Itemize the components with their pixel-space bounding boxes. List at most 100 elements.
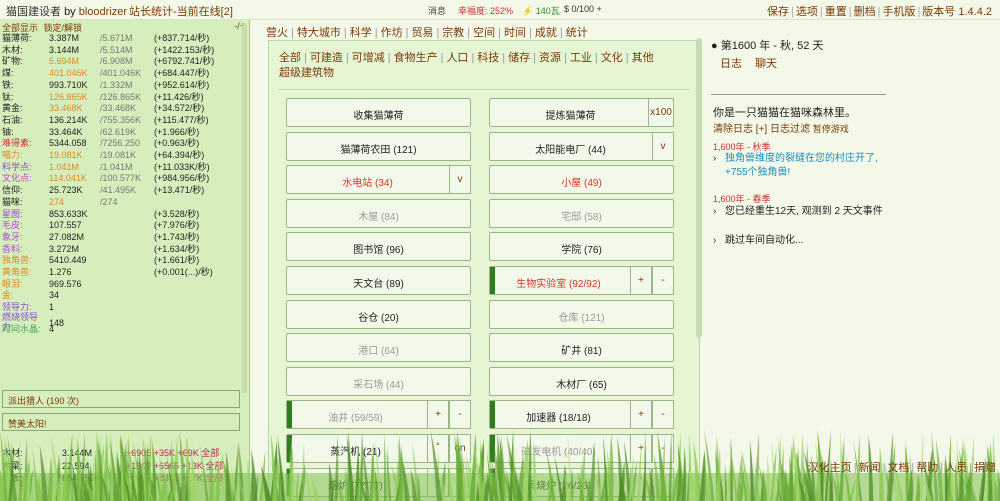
increase-button[interactable]: ˚	[427, 434, 449, 463]
resource-name[interactable]: 黄角兽:	[2, 267, 32, 279]
footer-link[interactable]: 帮助	[916, 462, 938, 474]
resource-name[interactable]: 煤:	[2, 68, 14, 80]
menu-item[interactable]: 手机版	[882, 6, 915, 18]
building-button[interactable]: 提炼猫薄荷 x100	[489, 98, 674, 127]
tab-2[interactable]: 科学	[350, 27, 372, 39]
building-button[interactable]: 图书馆 (96)	[286, 232, 471, 262]
messages-label[interactable]: 消息	[428, 4, 446, 17]
filter-10[interactable]: 其他	[632, 52, 654, 64]
menu-item[interactable]: 选项	[796, 6, 818, 18]
footer-link[interactable]: 人员	[945, 462, 967, 474]
filter-8[interactable]: 工业	[570, 52, 592, 64]
decrease-button[interactable]: on	[449, 434, 471, 463]
building-button[interactable]: 生物实验室 (92/92) + -	[489, 266, 674, 295]
tab-3[interactable]: 作坊	[381, 27, 403, 39]
filter-5[interactable]: 科技	[477, 52, 499, 64]
decrease-button[interactable]: -	[652, 467, 674, 497]
filter-11[interactable]: 超级建筑物	[279, 67, 334, 79]
increase-button[interactable]: +	[427, 400, 449, 430]
resource-name[interactable]: 矿物:	[2, 56, 23, 68]
increase-button[interactable]: +	[630, 400, 652, 430]
building-button[interactable]: 油井 (59/59) + -	[286, 400, 471, 430]
pause-link[interactable]: 暂停游戏	[813, 124, 849, 134]
increase-button[interactable]: +	[630, 434, 652, 463]
decrease-button[interactable]: -	[652, 266, 674, 295]
resource-name[interactable]: 象牙:	[2, 232, 23, 244]
footer-link[interactable]: 捐赠	[974, 462, 996, 474]
praise-sun-button[interactable]: 赞美太阳!	[2, 413, 240, 431]
building-button[interactable]: 谷仓 (20)	[286, 299, 471, 329]
resource-name[interactable]: 星图:	[2, 209, 23, 221]
menu-item[interactable]: 版本号 1.4.4.2	[922, 6, 992, 18]
tab-1[interactable]: 特大城市	[297, 27, 341, 39]
building-button[interactable]: 木材厂 (65)	[489, 366, 674, 396]
decrease-button[interactable]: -	[449, 467, 471, 497]
stats-link[interactable]: 站长统计-当前在线[2]	[129, 3, 233, 19]
craft-actions[interactable]: +1309 +6565 +13K 全部	[126, 460, 223, 472]
resource-name[interactable]: 文化点:	[2, 173, 32, 185]
resource-name[interactable]: 时间水晶:	[2, 324, 41, 336]
building-button[interactable]: 学院 (76)	[489, 232, 674, 262]
decrease-button[interactable]: -	[449, 400, 471, 430]
tab-6[interactable]: 空间	[473, 27, 495, 39]
building-button[interactable]: 锻烧炉 (26/26) ˚ -	[489, 467, 674, 497]
tab-8[interactable]: 成就	[535, 27, 557, 39]
filter-3[interactable]: 食物生产	[394, 52, 438, 64]
menu-item[interactable]: 删档	[854, 6, 876, 18]
resource-name[interactable]: 黄金:	[2, 103, 23, 115]
building-button[interactable]: 采石场 (44)	[286, 366, 471, 396]
menu-item[interactable]: 重置	[825, 6, 847, 18]
resource-name[interactable]: 毛皮:	[2, 220, 23, 232]
building-side-button[interactable]: x100	[648, 98, 674, 127]
building-button[interactable]: 宅邸 (58)	[489, 198, 674, 228]
log-link[interactable]: 日志	[720, 58, 742, 70]
building-button[interactable]: 熔炉 (77/77) + -	[286, 467, 471, 497]
resource-name[interactable]: 钛:	[2, 92, 14, 104]
building-button[interactable]: 收集猫薄荷	[286, 98, 471, 127]
filter-6[interactable]: 储存	[508, 52, 530, 64]
tab-4[interactable]: 贸易	[411, 27, 433, 39]
resource-name[interactable]: 眼泪:	[2, 279, 23, 291]
building-button[interactable]: 蒸汽机 (21) ˚ on	[286, 434, 471, 463]
decrease-button[interactable]: -	[652, 434, 674, 463]
building-button[interactable]: 水电站 (34) v	[286, 165, 471, 195]
resource-name[interactable]: 木材:	[2, 45, 23, 57]
building-button[interactable]: 木屋 (84)	[286, 198, 471, 228]
increase-button[interactable]: ˚	[630, 467, 652, 497]
building-button[interactable]: 磁发电机 (40/40) + -	[489, 434, 674, 463]
resource-name[interactable]: 金:	[2, 290, 14, 302]
clear-log-link[interactable]: 清除日志 [+] 日志过滤	[713, 124, 810, 135]
building-button[interactable]: 仓库 (121)	[489, 299, 674, 329]
building-button[interactable]: 天文台 (89)	[286, 266, 471, 295]
building-button[interactable]: 小屋 (49)	[489, 165, 674, 195]
building-side-button[interactable]: v	[652, 131, 674, 161]
increase-button[interactable]: +	[630, 266, 652, 295]
tab-7[interactable]: 时间	[504, 27, 526, 39]
send-hunters-button[interactable]: 派出猎人 (190 次)	[2, 390, 240, 408]
show-all-link[interactable]: 全部显示	[2, 23, 38, 33]
tab-9[interactable]: 统计	[566, 27, 588, 39]
building-side-button[interactable]: v	[449, 165, 471, 195]
resource-name[interactable]: 科学点:	[2, 162, 32, 174]
resource-name[interactable]: 香料:	[2, 244, 23, 256]
chat-link[interactable]: 聊天	[755, 58, 777, 70]
building-button[interactable]: 矿井 (81)	[489, 333, 674, 363]
filter-9[interactable]: 文化	[601, 52, 623, 64]
tab-5[interactable]: 宗教	[442, 27, 464, 39]
resource-name[interactable]: 信仰:	[2, 185, 23, 197]
resource-name[interactable]: 猫薄荷:	[2, 33, 32, 45]
building-button[interactable]: 加速器 (18/18) + -	[489, 400, 674, 430]
filter-1[interactable]: 可建造	[310, 52, 343, 64]
resource-name[interactable]: 铀:	[2, 127, 14, 139]
decrease-button[interactable]: -	[652, 400, 674, 430]
resource-name[interactable]: 难得素:	[2, 138, 32, 150]
author-link[interactable]: bloodrizer	[79, 6, 127, 18]
menu-item[interactable]: 保存	[767, 6, 789, 18]
resource-name[interactable]: 猫咪:	[2, 197, 23, 209]
resource-name[interactable]: 铁:	[2, 80, 14, 92]
main-scrollbar[interactable]	[696, 38, 702, 338]
craft-actions[interactable]: +6905 +35K +69K 全部	[126, 447, 219, 459]
resource-name[interactable]: 喵力:	[2, 150, 23, 162]
footer-link[interactable]: 汉化主页	[808, 462, 852, 474]
resource-name[interactable]: 独角兽:	[2, 255, 32, 267]
